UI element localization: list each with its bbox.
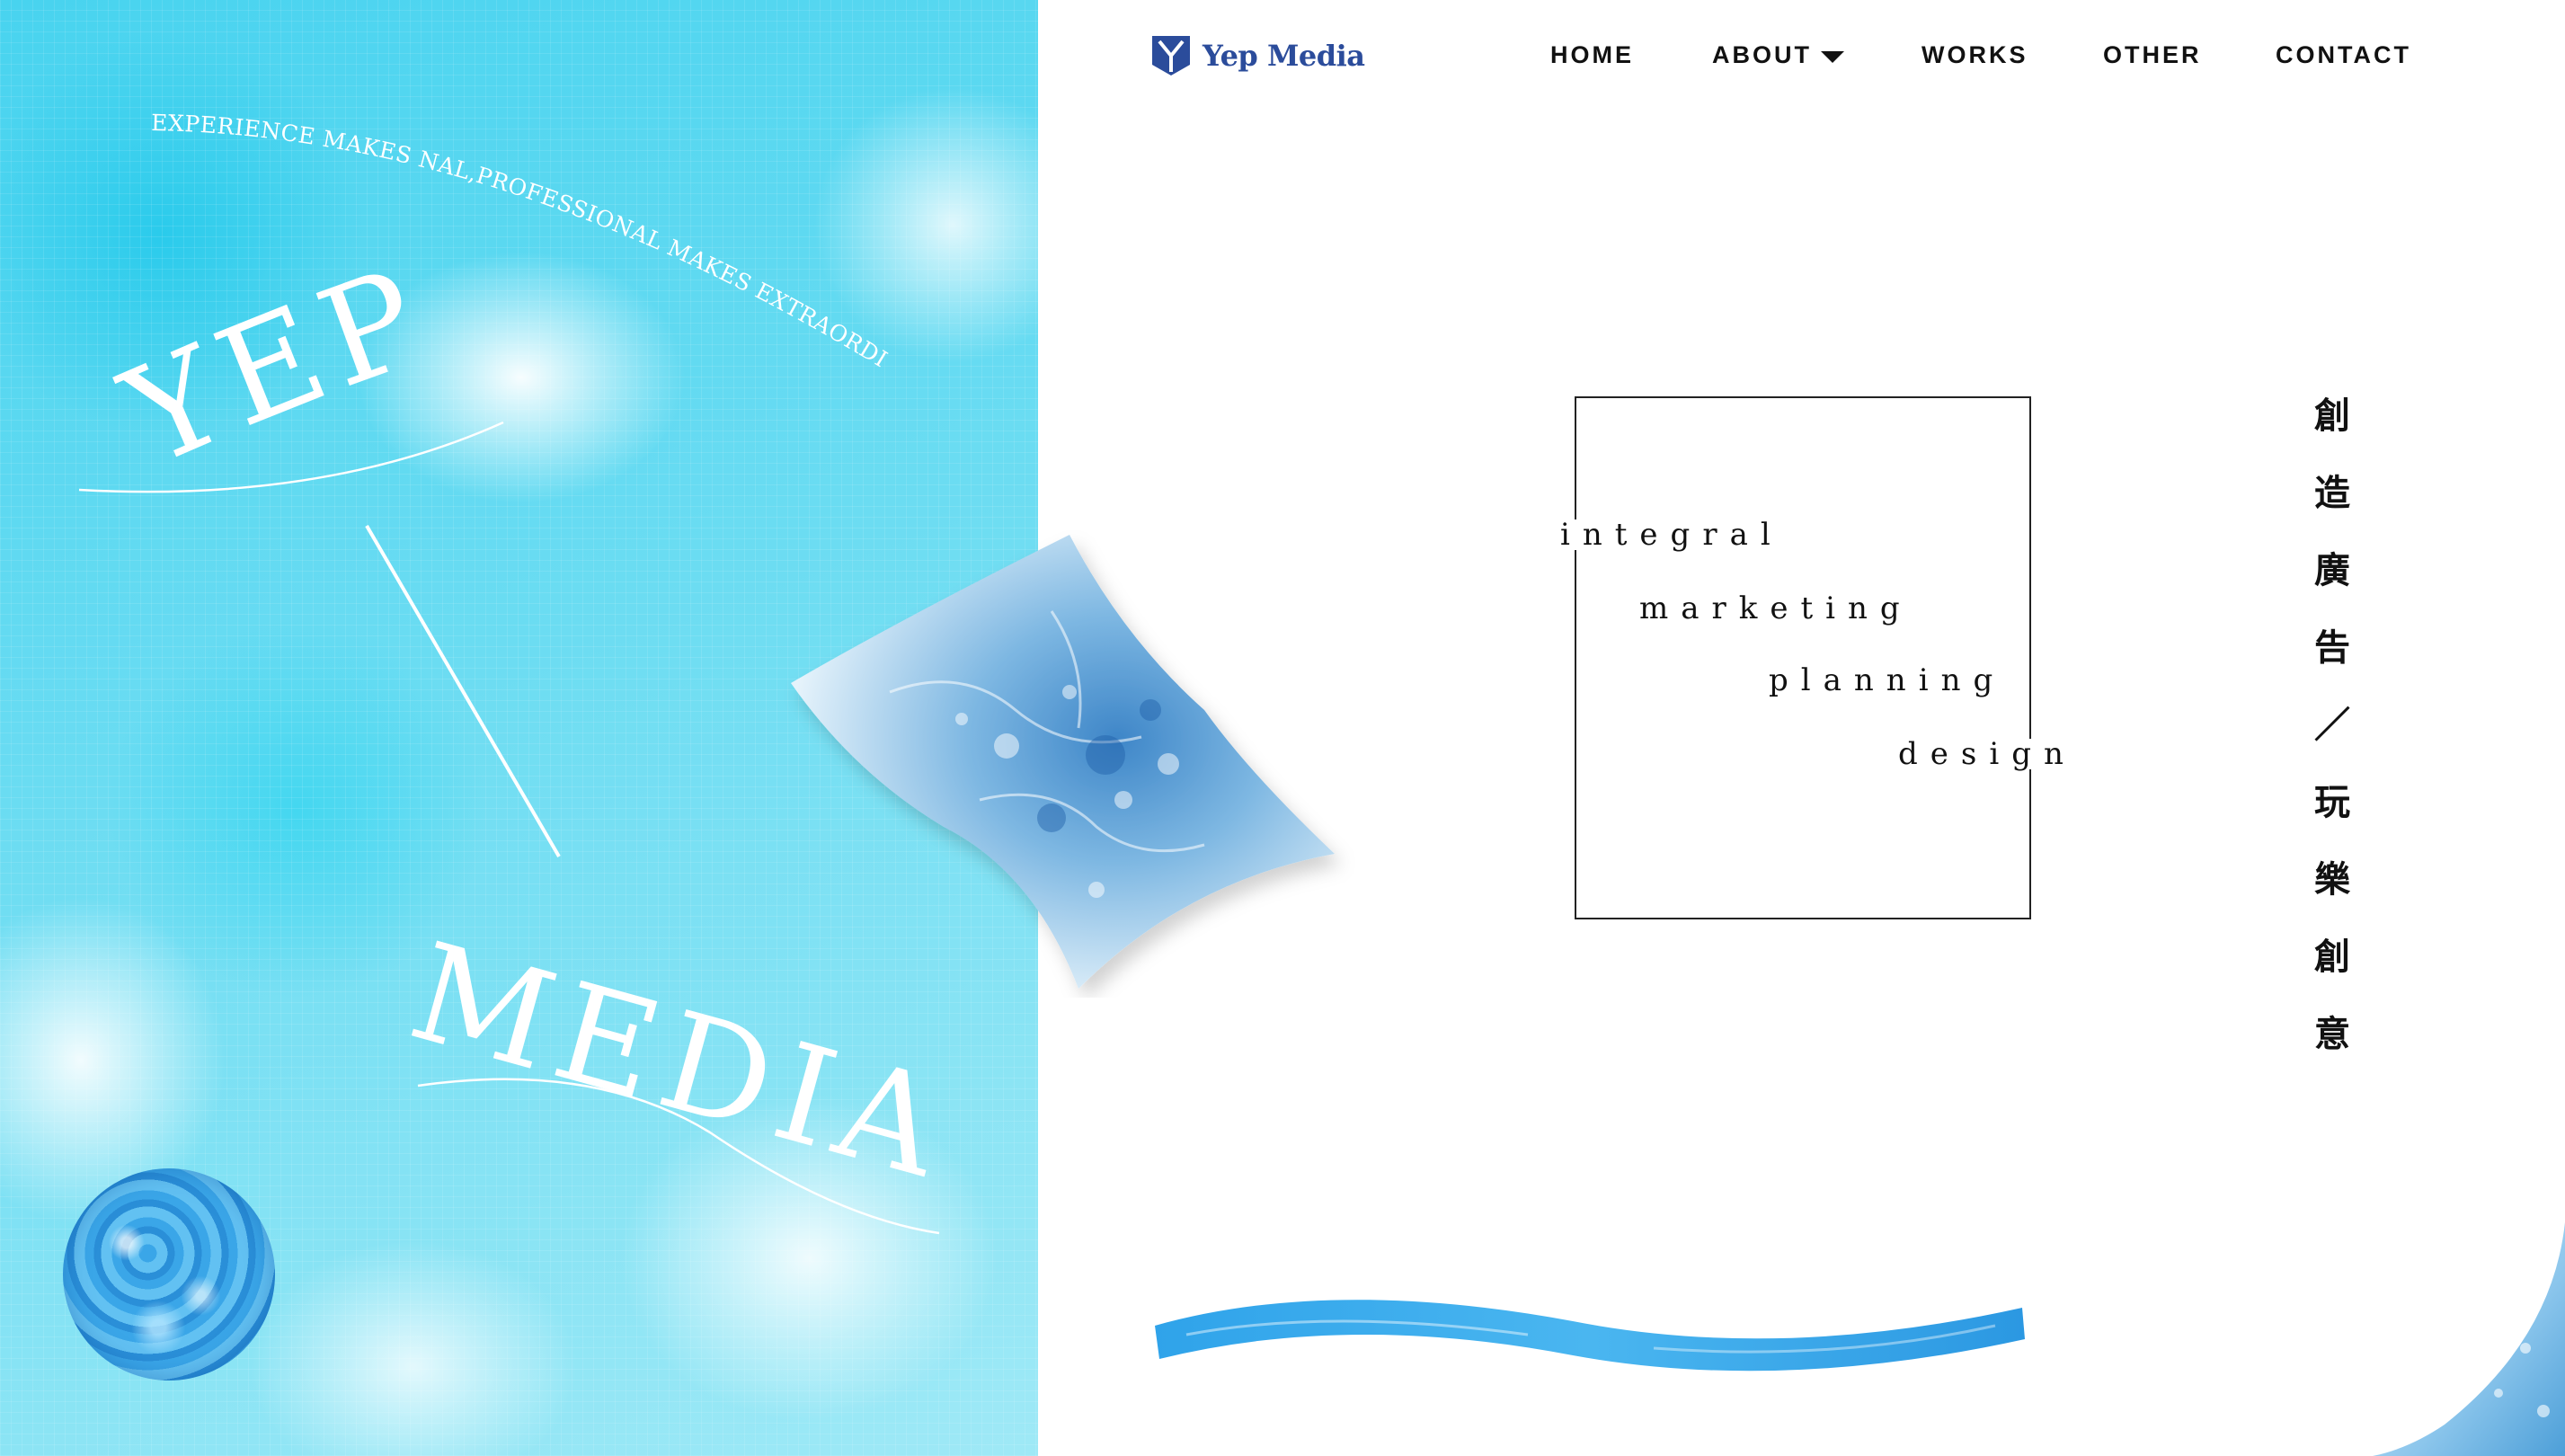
nav-other[interactable]: OTHER bbox=[2103, 41, 2202, 69]
hero-tagline: EXPERIENCE MAKES NAL,PROFESSIONAL MAKES … bbox=[0, 0, 892, 372]
slogan-char: 玩 bbox=[2314, 782, 2350, 823]
hero-word-yep: YEP bbox=[102, 237, 447, 497]
slogan-char: 告 bbox=[2314, 627, 2350, 669]
nav-works[interactable]: WORKS bbox=[1922, 41, 2028, 69]
service-marketing: marketing bbox=[1636, 593, 1916, 624]
services-frame bbox=[1575, 396, 2031, 919]
corner-water-decoration bbox=[2373, 1222, 2565, 1456]
hero-slash-line bbox=[365, 524, 561, 858]
slogan-char: 創 bbox=[2314, 395, 2350, 437]
service-planning: planning bbox=[1765, 665, 2010, 696]
vertical-slogan: 創 造 廣 告 ／ 玩 樂 創 意 bbox=[2310, 377, 2355, 1073]
slogan-char: 造 bbox=[2314, 473, 2350, 514]
marble-texture-shape bbox=[791, 535, 1335, 989]
wave-ribbon bbox=[1155, 1300, 2025, 1372]
y-shield-logo-icon bbox=[1152, 36, 1190, 75]
slogan-char: 創 bbox=[2314, 937, 2350, 978]
nav-about-label: ABOUT bbox=[1712, 41, 1812, 68]
nav-home[interactable]: HOME bbox=[1550, 41, 1634, 69]
slogan-char: 廣 bbox=[2314, 550, 2350, 591]
slogan-char: 樂 bbox=[2314, 859, 2350, 901]
site-logo[interactable]: Yep Media bbox=[1150, 34, 1365, 77]
logo-text: Yep Media bbox=[1203, 39, 1365, 73]
nav-contact[interactable]: CONTACT bbox=[2276, 41, 2411, 69]
service-design: design bbox=[1895, 739, 2080, 769]
slogan-divider: ／ bbox=[2314, 705, 2350, 746]
caret-down-icon bbox=[1821, 42, 1844, 70]
slogan-char: 意 bbox=[2314, 1014, 2350, 1055]
nav-about[interactable]: ABOUT bbox=[1712, 41, 1844, 70]
water-circle-image bbox=[63, 1168, 275, 1381]
service-integral: integral bbox=[1557, 519, 1787, 550]
